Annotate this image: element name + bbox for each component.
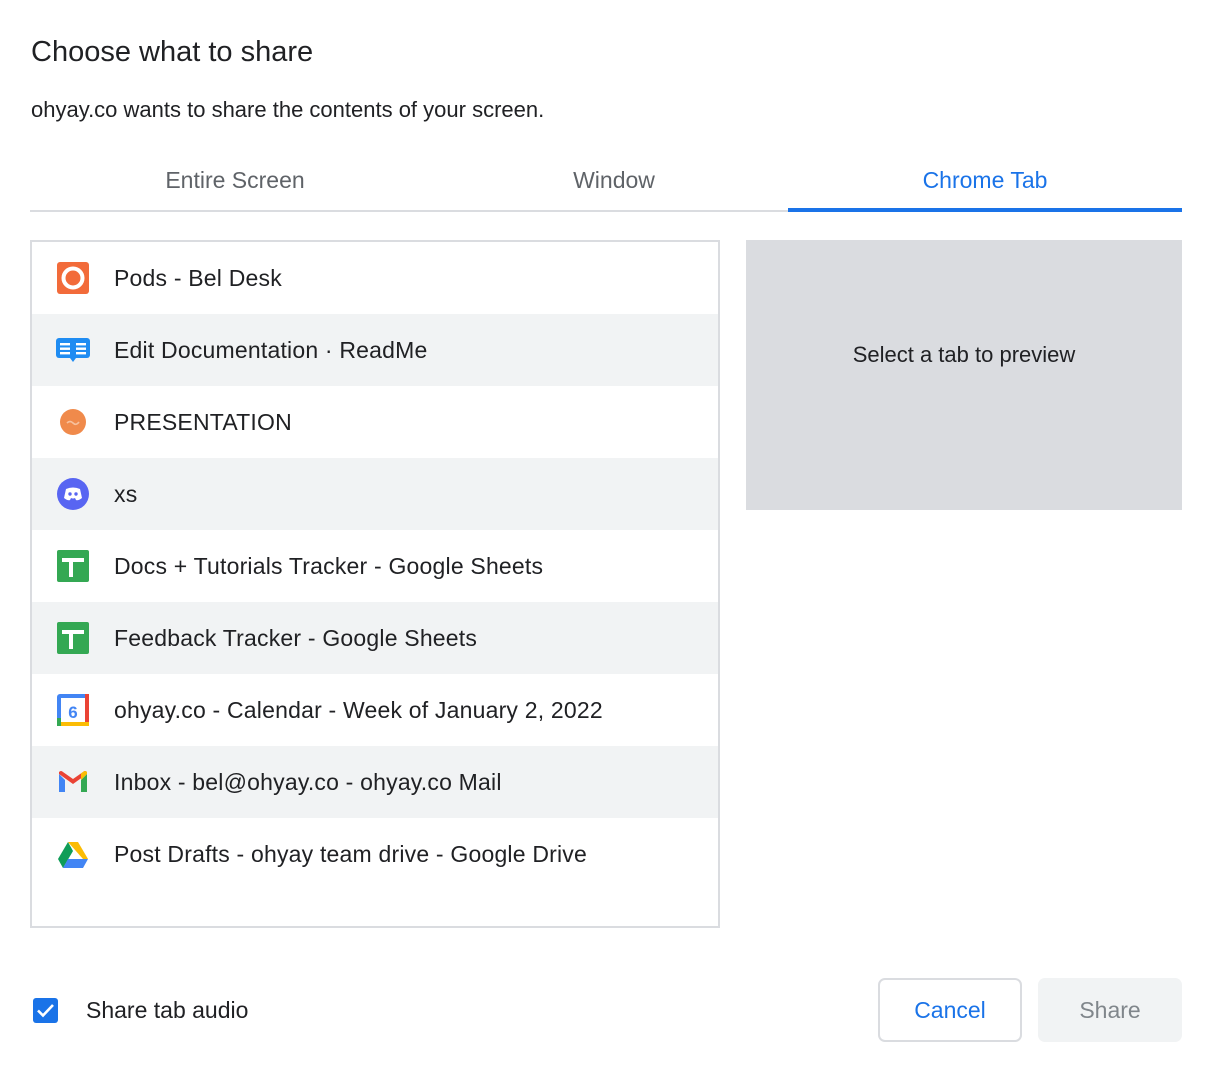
list-item[interactable]: Edit Documentation · ReadMe [32, 314, 718, 386]
list-item[interactable]: PRESENTATION [32, 386, 718, 458]
dialog-subtitle: ohyay.co wants to share the contents of … [31, 97, 545, 122]
dialog-title: Choose what to share [31, 36, 314, 68]
discord-icon [56, 477, 90, 511]
list-item-label: Pods - Bel Desk [114, 264, 282, 291]
presentation-icon [56, 405, 90, 439]
share-button[interactable]: Share [1038, 978, 1182, 1042]
tab-entire-screen[interactable]: Entire Screen [30, 150, 440, 210]
tab-preview-pane: Select a tab to preview [746, 240, 1182, 510]
list-item[interactable]: Feedback Tracker - Google Sheets [32, 602, 718, 674]
list-item-label: xs [114, 480, 138, 507]
list-item-label: Feedback Tracker - Google Sheets [114, 624, 478, 651]
gmail-icon [56, 765, 90, 799]
list-item-label: Post Drafts - ohyay team drive - Google … [114, 840, 587, 867]
google-sheets-icon [56, 621, 90, 655]
list-item-label: PRESENTATION [114, 408, 292, 435]
list-item-label: Docs + Tutorials Tracker - Google Sheets [114, 552, 544, 579]
list-item[interactable]: Pods - Bel Desk [32, 242, 718, 314]
preview-placeholder: Select a tab to preview [852, 342, 1076, 367]
list-item-label: ohyay.co - Calendar - Week of January 2,… [114, 696, 603, 723]
list-item[interactable]: Docs + Tutorials Tracker - Google Sheets [32, 530, 718, 602]
svg-text:6: 6 [68, 703, 77, 722]
google-drive-icon [56, 837, 90, 871]
google-calendar-icon: 6 [56, 693, 90, 727]
google-sheets-icon [56, 549, 90, 583]
checkmark-icon [37, 1004, 54, 1018]
browser-tab-list: Pods - Bel Desk Edit Documentation · Rea… [30, 240, 720, 928]
list-item-label: Edit Documentation · ReadMe [114, 336, 428, 363]
list-item-label: Inbox - bel@ohyay.co - ohyay.co Mail [114, 768, 502, 795]
list-item[interactable]: 6 ohyay.co - Calendar - Week of January … [32, 674, 718, 746]
share-audio-label: Share tab audio [86, 997, 249, 1023]
tab-chrome-tab[interactable]: Chrome Tab [788, 150, 1182, 212]
share-dialog: Choose what to share ohyay.co wants to s… [0, 0, 1210, 1068]
share-source-tabs: Entire Screen Window Chrome Tab [30, 150, 1182, 212]
tab-window[interactable]: Window [440, 150, 788, 210]
share-audio-toggle[interactable]: Share tab audio [33, 997, 248, 1024]
readme-icon [56, 333, 90, 367]
pods-icon [56, 261, 90, 295]
cancel-button[interactable]: Cancel [878, 978, 1022, 1042]
list-item[interactable]: Inbox - bel@ohyay.co - ohyay.co Mail [32, 746, 718, 818]
list-item[interactable]: xs [32, 458, 718, 530]
list-item[interactable]: Post Drafts - ohyay team drive - Google … [32, 818, 718, 890]
share-audio-checkbox[interactable] [33, 998, 58, 1023]
